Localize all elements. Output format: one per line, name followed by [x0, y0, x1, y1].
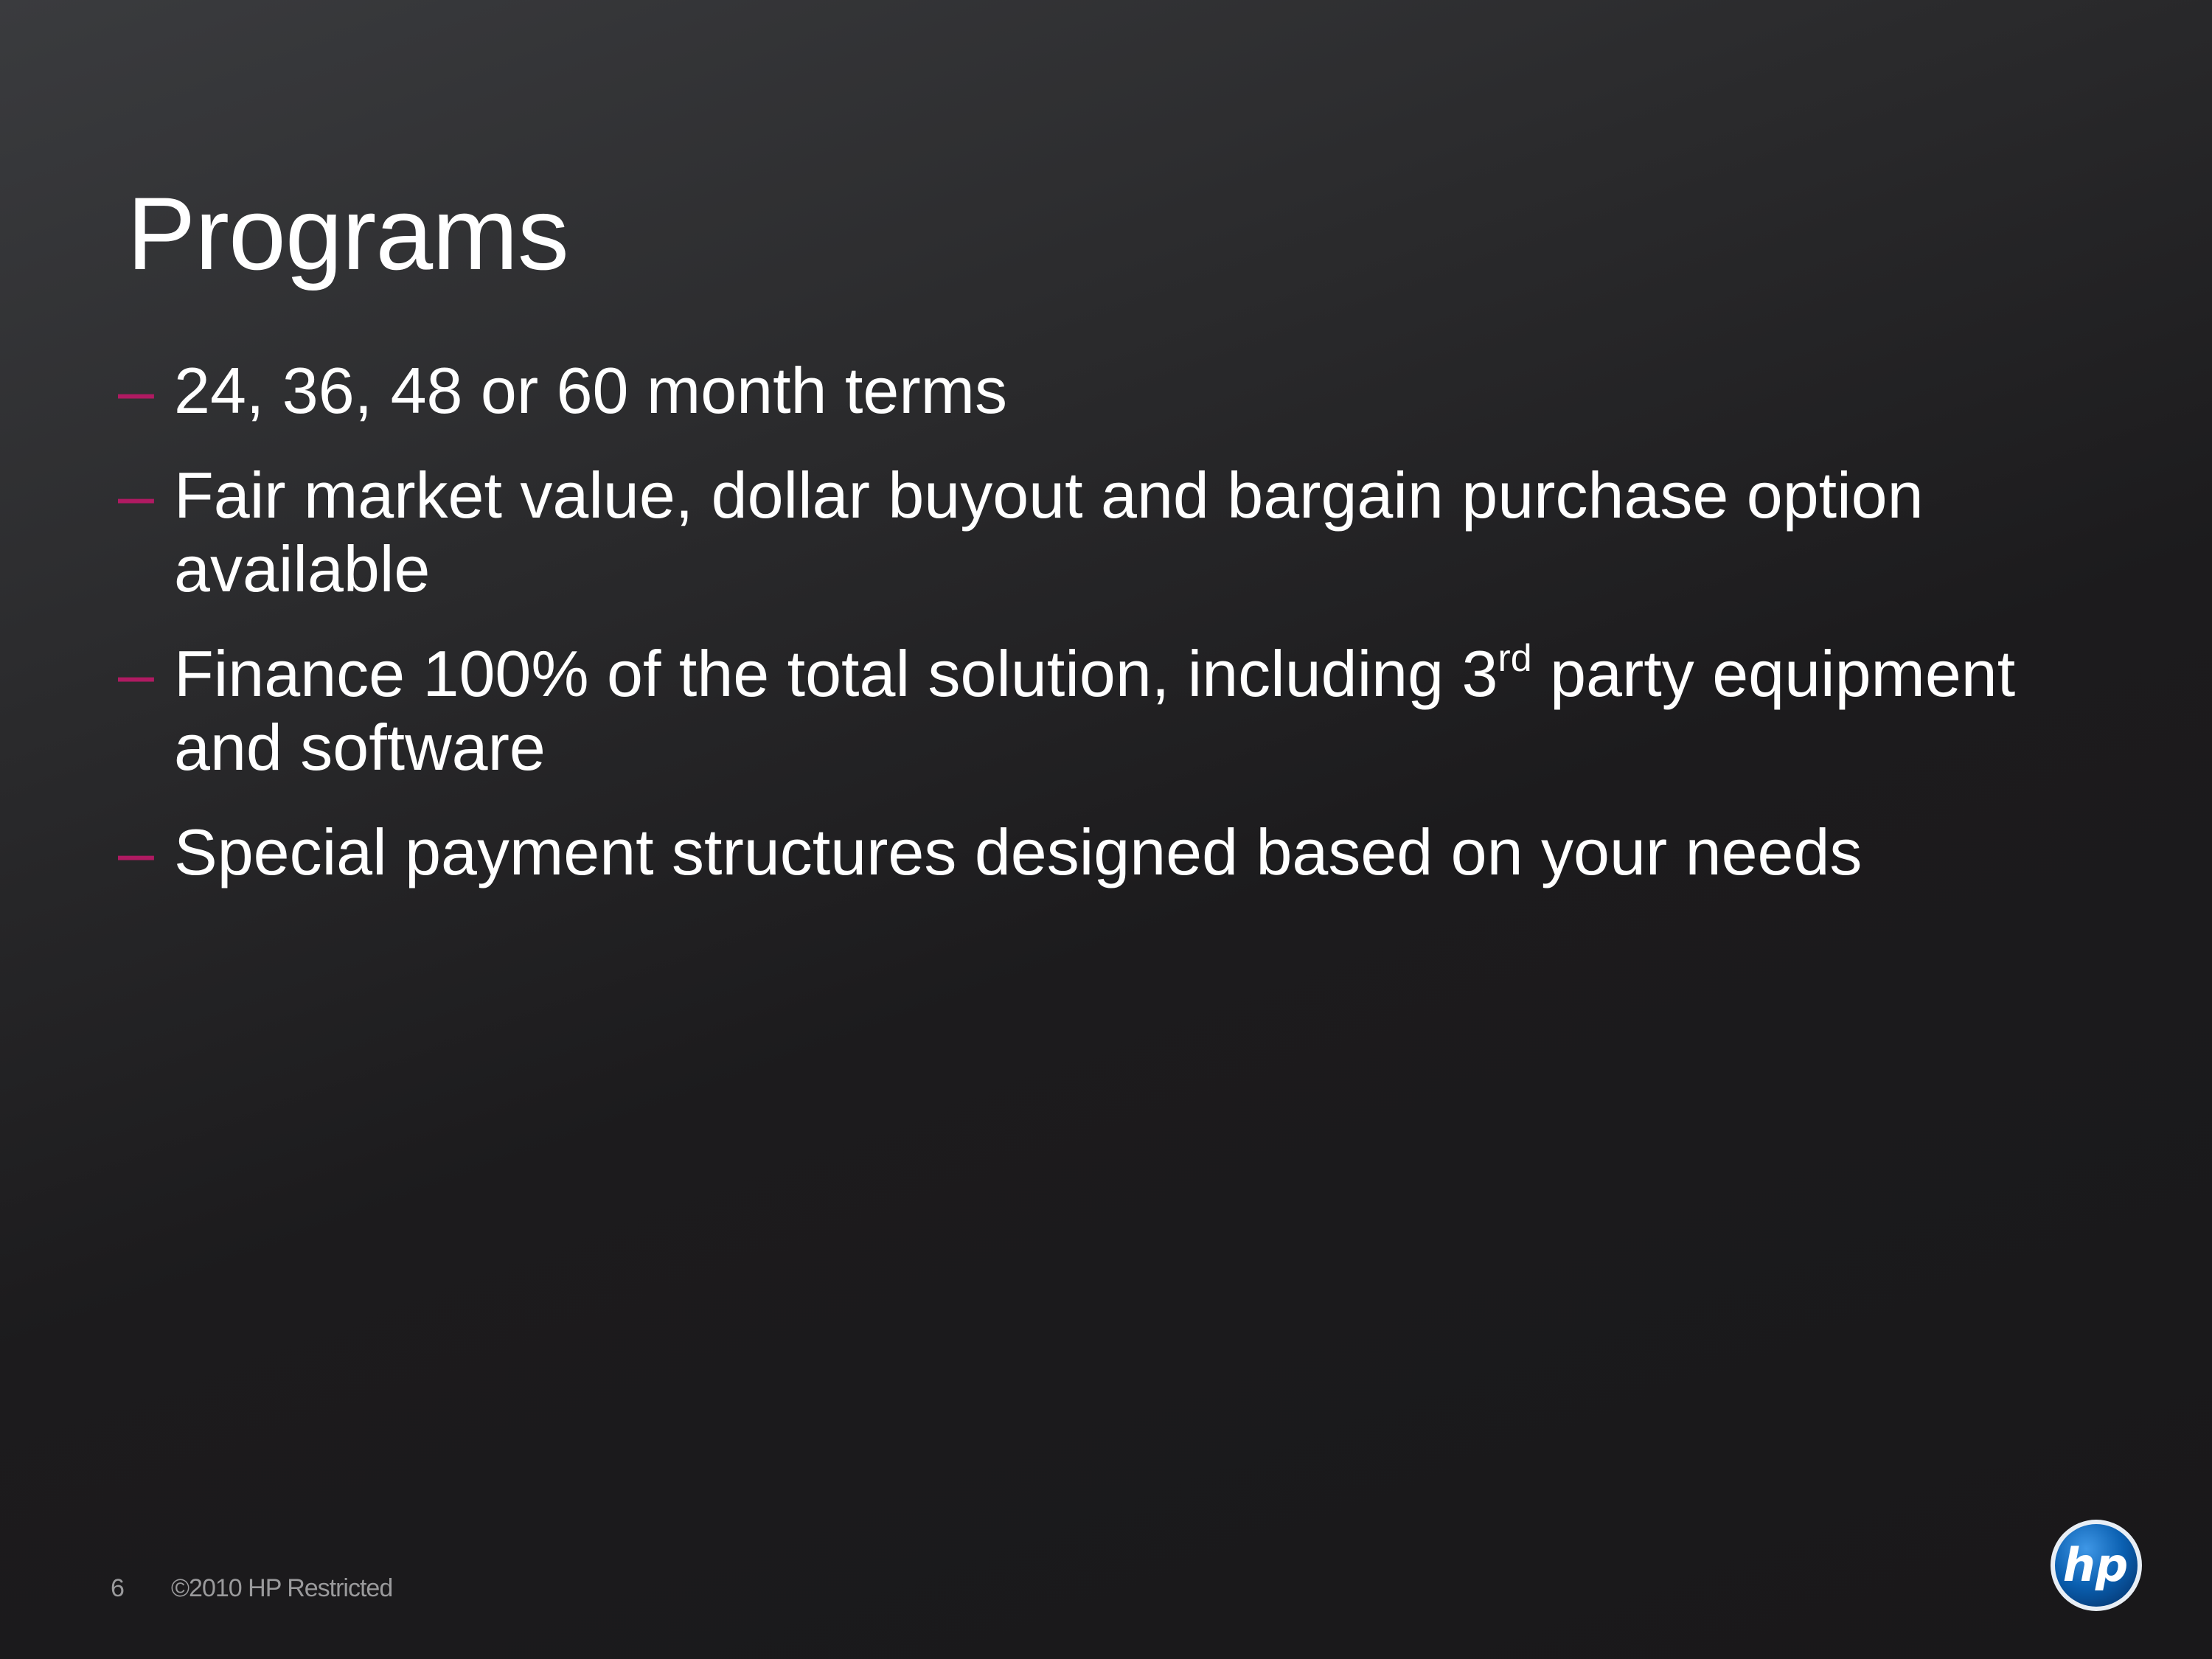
- bullet-list: – 24, 36, 48 or 60 month terms – Fair ma…: [118, 354, 2109, 920]
- bullet-text: 24, 36, 48 or 60 month terms: [174, 354, 1007, 427]
- bullet-dash: –: [118, 815, 154, 888]
- copyright-footer: ©2010 HP Restricted: [171, 1574, 393, 1602]
- bullet-item: – Finance 100% of the total solution, in…: [118, 637, 2109, 785]
- bullet-item: – Special payment structures designed ba…: [118, 815, 2109, 889]
- bullet-text: Special payment structures designed base…: [174, 815, 1863, 888]
- bullet-text-pre: Finance 100% of the total solution, incl…: [174, 637, 1498, 710]
- page-number: 6: [111, 1574, 125, 1602]
- bullet-dash: –: [118, 637, 154, 710]
- bullet-text: Fair market value, dollar buyout and bar…: [174, 459, 1924, 605]
- bullet-item: – 24, 36, 48 or 60 month terms: [118, 354, 2109, 428]
- hp-logo-icon: hp: [2051, 1520, 2142, 1611]
- slide: Programs – 24, 36, 48 or 60 month terms …: [0, 0, 2212, 1659]
- bullet-dash: –: [118, 459, 154, 532]
- logo-text: hp: [2063, 1538, 2129, 1592]
- bullet-item: – Fair market value, dollar buyout and b…: [118, 459, 2109, 606]
- ordinal-superscript: rd: [1498, 637, 1532, 680]
- bullet-dash: –: [118, 354, 154, 427]
- slide-title: Programs: [127, 175, 569, 291]
